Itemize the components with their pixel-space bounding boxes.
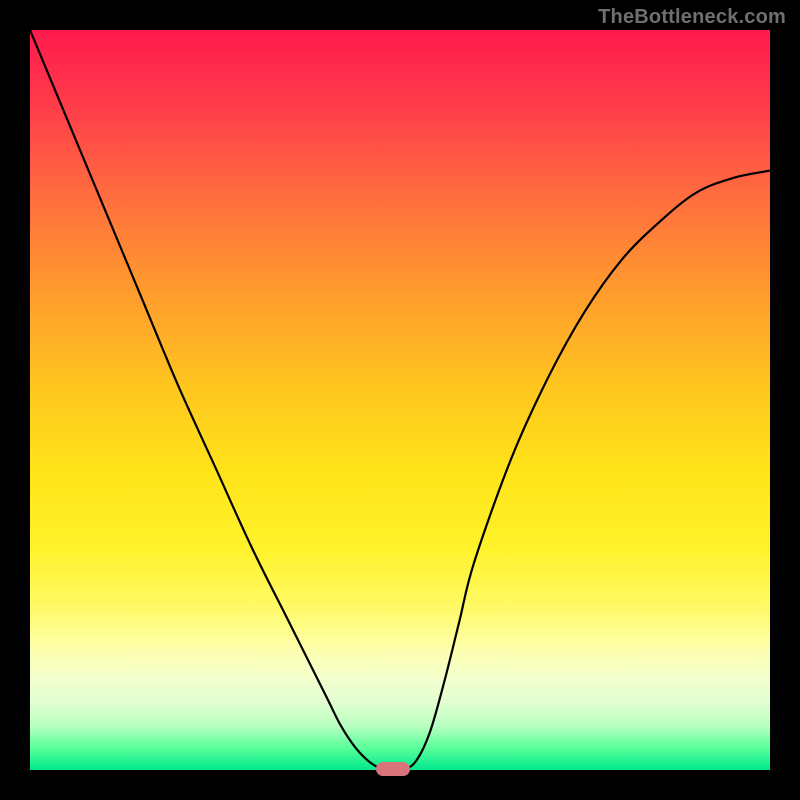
optimal-marker	[376, 762, 410, 776]
watermark-text: TheBottleneck.com	[598, 6, 786, 29]
bottleneck-curve	[30, 30, 770, 770]
chart-frame: TheBottleneck.com	[0, 0, 800, 800]
plot-area	[30, 30, 770, 770]
